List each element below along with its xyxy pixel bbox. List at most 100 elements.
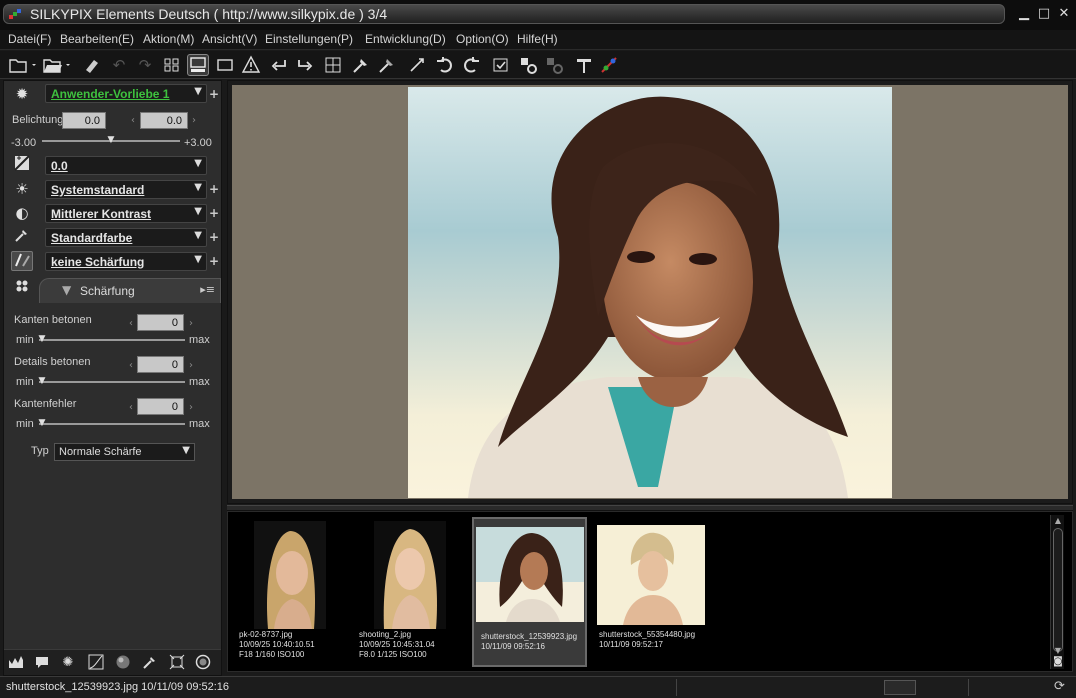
menu-entwicklung[interactable]: Entwicklung(D)	[365, 32, 446, 46]
open-folder-menu-icon[interactable]	[42, 54, 72, 76]
thumbnail-item[interactable]: pk-02-8737.jpg 10/09/25 10:40:10.51 F18 …	[232, 517, 347, 667]
hammer-icon[interactable]	[573, 54, 595, 76]
thumbnail-scrollbar[interactable]: ▲ ▼ ◙	[1050, 515, 1064, 669]
thumbnail-item[interactable]: shooting_2.jpg 10/09/25 10:45:31.04 F8.0…	[352, 517, 467, 667]
sharpness-icon[interactable]	[11, 251, 33, 271]
mark-icon[interactable]	[490, 54, 512, 76]
sharpness-select[interactable]: keine Schärfung ▼	[45, 252, 207, 271]
menu-bearbeiten[interactable]: Bearbeiten(E)	[60, 32, 134, 46]
status-separator	[968, 679, 969, 696]
edges-label: Kanten betonen	[14, 314, 92, 326]
preview-thumbnail-view-icon[interactable]	[187, 54, 209, 76]
curve-icon[interactable]	[87, 654, 105, 672]
close-button[interactable]: ✕	[1056, 6, 1072, 22]
main-preview-image[interactable]	[408, 87, 892, 498]
brightness-icon[interactable]: ✺	[59, 654, 77, 672]
develop-icon[interactable]	[517, 54, 539, 76]
decrease-arrow-icon[interactable]: ‹	[129, 360, 133, 371]
refresh-icon[interactable]: ⟳	[1054, 679, 1065, 694]
increase-arrow-icon[interactable]: ›	[189, 318, 193, 329]
grid-view-icon[interactable]	[161, 54, 183, 76]
redo-icon[interactable]: ↷	[134, 54, 156, 76]
curve-select[interactable]: 0.0 ▼	[45, 156, 207, 175]
preset-select[interactable]: Anwender-Vorliebe 1 ▼	[45, 84, 207, 103]
compare-icon[interactable]	[322, 54, 344, 76]
rotate-right-icon[interactable]	[460, 54, 482, 76]
curve-value: 0.0	[51, 159, 68, 173]
scroll-down-icon[interactable]: ▼	[1052, 646, 1064, 656]
color-sphere-icon[interactable]	[114, 654, 132, 672]
scrollbar-thumb[interactable]	[1053, 528, 1063, 652]
contrast-icon[interactable]: ◐	[11, 203, 33, 223]
add-preset-button[interactable]: +	[209, 88, 219, 100]
comment-icon[interactable]	[33, 654, 51, 672]
edge-error-slider[interactable]	[39, 423, 185, 425]
thumbnail-info: F18 1/160 ISO100	[239, 650, 305, 659]
maximize-button[interactable]: □	[1036, 6, 1052, 22]
menu-einstellungen[interactable]: Einstellungen(P)	[265, 32, 353, 46]
menu-hilfe[interactable]: Hilfe(H)	[517, 32, 558, 46]
pipette-icon[interactable]	[141, 654, 159, 672]
previous-icon[interactable]	[268, 54, 290, 76]
edge-error-value-input[interactable]: 0	[137, 398, 184, 415]
add-white-balance-button[interactable]: +	[209, 183, 219, 195]
add-contrast-button[interactable]: +	[209, 207, 219, 219]
tab-menu-icon[interactable]: ▸≡	[200, 283, 215, 296]
add-sharpness-button[interactable]: +	[209, 255, 219, 267]
thumbnail-item-selected[interactable]: shutterstock_12539923.jpg 10/11/09 09:52…	[472, 517, 587, 667]
batch-develop-icon[interactable]	[543, 54, 565, 76]
lens-icon[interactable]	[194, 654, 212, 672]
warning-icon[interactable]	[240, 54, 262, 76]
color-icon[interactable]	[598, 54, 620, 76]
increase-arrow-icon[interactable]: ›	[189, 402, 193, 413]
edges-slider-handle[interactable]: ▼	[38, 334, 46, 344]
edges-value-input[interactable]: 0	[137, 314, 184, 331]
increase-arrow-icon[interactable]: ›	[189, 360, 193, 371]
window-title: SILKYPIX Elements Deutsch ( http://www.s…	[30, 6, 388, 22]
undo-icon[interactable]: ↶	[108, 54, 130, 76]
noise-reduction-icon[interactable]	[11, 277, 33, 297]
details-slider[interactable]	[39, 381, 185, 383]
menu-option[interactable]: Option(O)	[456, 32, 509, 46]
scroll-up-icon[interactable]: ▲	[1052, 516, 1064, 526]
type-select[interactable]: Normale Schärfe ▼	[54, 443, 195, 461]
menu-aktion[interactable]: Aktion(M)	[143, 32, 194, 46]
white-balance-select[interactable]: Systemstandard ▼	[45, 180, 207, 199]
edge-error-slider-handle[interactable]: ▼	[38, 418, 46, 428]
gray-picker-icon[interactable]	[376, 54, 398, 76]
add-color-button[interactable]: +	[209, 231, 219, 243]
sharpening-tab[interactable]: ▼ Schärfung ▸≡	[39, 278, 221, 303]
exposure-value2-input[interactable]: 0.0	[140, 112, 188, 129]
eraser-icon[interactable]	[80, 54, 102, 76]
color-picker-icon[interactable]	[11, 227, 33, 247]
increase-arrow-icon[interactable]: ›	[192, 115, 196, 126]
minimize-button[interactable]: ▁	[1016, 6, 1032, 22]
sun-icon[interactable]: ☀	[11, 179, 33, 199]
menu-ansicht[interactable]: Ansicht(V)	[202, 32, 257, 46]
thumbnail-date: 10/09/25 10:45:31.04	[359, 640, 435, 649]
details-value-input[interactable]: 0	[137, 356, 184, 373]
gear-icon[interactable]: ✹	[11, 84, 33, 104]
menu-datei[interactable]: Datei(F)	[8, 32, 51, 46]
exposure-value1-input[interactable]: 0.0	[62, 112, 106, 129]
single-view-icon[interactable]	[214, 54, 236, 76]
next-icon[interactable]	[294, 54, 316, 76]
scroll-end-icon[interactable]: ◙	[1052, 656, 1064, 667]
open-folder-icon[interactable]	[8, 54, 38, 76]
details-slider-handle[interactable]: ▼	[38, 376, 46, 386]
tone-curve-icon[interactable]	[11, 155, 33, 175]
decrease-arrow-icon[interactable]: ‹	[131, 115, 135, 126]
rotate-left-icon[interactable]	[434, 54, 456, 76]
color-select[interactable]: Standardfarbe ▼	[45, 228, 207, 247]
contrast-select[interactable]: Mittlerer Kontrast ▼	[45, 204, 207, 223]
decrease-arrow-icon[interactable]: ‹	[129, 402, 133, 413]
thumbnail-item[interactable]: shutterstock_55354480.jpg 10/11/09 09:52…	[592, 517, 707, 667]
exposure-slider-handle[interactable]: ▼	[107, 135, 115, 145]
thumbnail-image	[476, 527, 584, 622]
white-balance-picker-icon[interactable]	[350, 54, 372, 76]
decrease-arrow-icon[interactable]: ‹	[129, 318, 133, 329]
histogram-icon[interactable]	[7, 654, 25, 672]
rotate-tool-icon[interactable]	[406, 54, 428, 76]
edges-slider[interactable]	[39, 339, 185, 341]
crop-icon[interactable]	[168, 654, 186, 672]
